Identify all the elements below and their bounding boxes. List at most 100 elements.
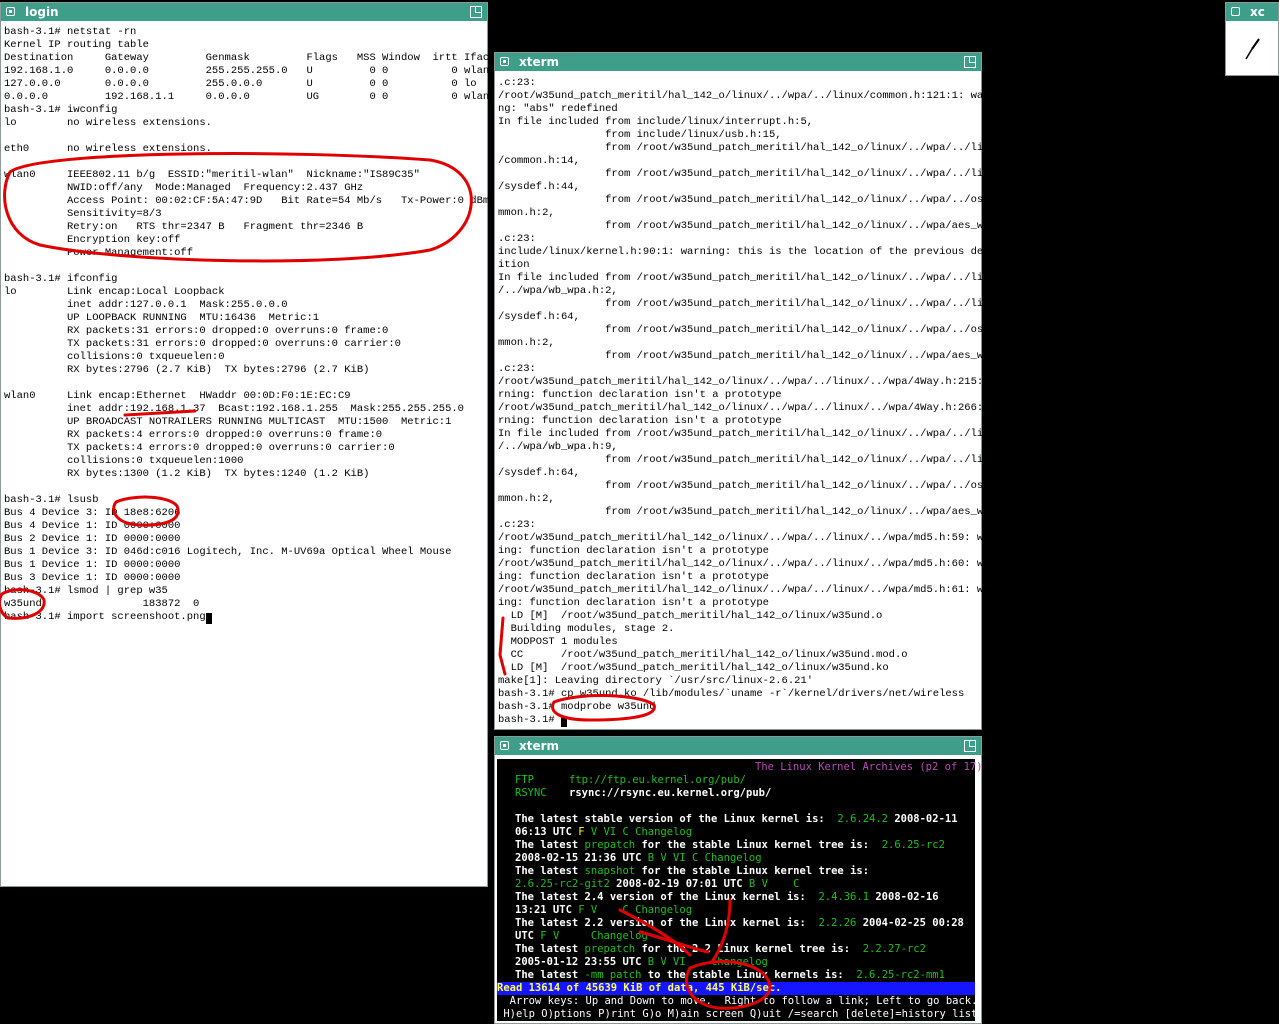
xterm-output-line: rning: function declaration isn't a prot…	[498, 389, 782, 401]
xterm-output-line: from /root/w35und_patch_meritil/hal_142_…	[498, 298, 1003, 310]
ftp-link[interactable]: ftp://ftp.eu.kernel.org/pub/	[569, 774, 746, 786]
xterm-output-line: from /root/w35und_patch_meritil/hal_142_…	[498, 220, 1003, 232]
xterm-build-titlebar[interactable]: xterm	[495, 53, 981, 71]
xterm-output-line: from /root/w35und_patch_meritil/hal_142_…	[498, 350, 1003, 362]
link-group[interactable]: F V C Changelog	[578, 904, 692, 916]
login-output-line: collisions:0 txqueuelen:0	[4, 351, 225, 363]
link-prepatch-2-2[interactable]: prepatch	[585, 943, 636, 955]
link-prepatch[interactable]: prepatch	[585, 839, 636, 851]
login-output-line: TX packets:4 errors:0 dropped:0 overruns…	[4, 442, 395, 454]
lynx-line: The latest 2.4 version of the Linux kern…	[515, 891, 939, 903]
lynx-line: The latest 2.2 version of the Linux kern…	[515, 917, 964, 929]
link-2-6-25-rc2-mm1[interactable]: 2.6.25-rc2-mm1	[856, 969, 945, 981]
link-2-4-36-1[interactable]: 2.4.36.1	[818, 891, 869, 903]
link-group[interactable]: F V Changelog	[540, 930, 647, 942]
xterm-lynx-window[interactable]: xterm The Linux Kernel Archives (p2 of 1…	[494, 736, 983, 1024]
xterm-lynx-title: xterm	[519, 739, 560, 753]
xterm-output-line: /root/w35und_patch_meritil/hal_142_o/lin…	[498, 584, 1003, 596]
xterm-output-line: from include/linux/usb.h:15,	[498, 129, 782, 141]
maximize-icon[interactable]	[470, 6, 482, 18]
login-output-line: NWID:off/any Mode:Managed Frequency:2.43…	[4, 182, 364, 194]
login-window[interactable]: login bash-3.1# netstat -rn Kernel IP rou…	[0, 2, 495, 887]
login-output-line: Bus 1 Device 1: ID 0000:0000	[4, 559, 181, 571]
xterm-output-line: /sysdef.h:64,	[498, 467, 580, 479]
link-group[interactable]: B V C	[749, 878, 800, 890]
xterm-output-line: /../wpa/wb_wpa.h:2,	[498, 285, 618, 297]
xterm-output-line: ing: function declaration isn't a protot…	[498, 597, 769, 609]
lynx-line: The latest -mm patch to the stable Linux…	[515, 969, 945, 981]
window-menu-icon[interactable]	[500, 57, 509, 66]
link-2-6-25-rc2[interactable]: 2.6.25-rc2	[882, 839, 945, 851]
xterm-build-output[interactable]: .c:23: /root/w35und_patch_meritil/hal_142…	[498, 77, 1002, 727]
maximize-icon[interactable]	[964, 740, 976, 752]
link-group[interactable]: B V VI Changelog	[648, 956, 768, 968]
xterm-build-window[interactable]: xterm .c:23: /root/w35und_patch_meritil/h…	[494, 52, 1002, 730]
xterm-build-title: xterm	[519, 55, 560, 69]
window-menu-icon[interactable]	[6, 7, 15, 16]
window-menu-icon[interactable]	[1231, 7, 1240, 16]
link-group[interactable]: V VI C Changelog	[591, 826, 692, 838]
lynx-line: The latest prepatch for the stable Linux…	[515, 839, 945, 851]
login-output-line	[4, 377, 495, 390]
xterm-output-line: rning: function declaration isn't a prot…	[498, 415, 782, 427]
link-git2[interactable]: 2.6.25-rc2-git2	[515, 878, 610, 890]
xclock-window[interactable]: xc	[1225, 2, 1279, 76]
xterm-output-line: CC /root/w35und_patch_meritil/hal_142_o/…	[498, 649, 908, 661]
xterm-output-line: include/linux/kernel.h:90:1: warning: th…	[498, 246, 1003, 258]
login-output-line: Bus 1 Device 3: ID 046d:c016 Logitech, I…	[4, 546, 452, 558]
login-output-line	[4, 260, 495, 273]
xterm-output-line: make[1]: Leaving directory `/usr/src/lin…	[498, 675, 814, 687]
lynx-browser[interactable]: The Linux Kernel Archives (p2 of 17) FTP…	[497, 759, 983, 1021]
login-output-line: Access Point: 00:02:CF:5A:47:9D Bit Rate…	[4, 195, 490, 207]
login-output-line: Bus 3 Device 1: ID 0000:0000	[4, 572, 181, 584]
login-output-line: Bus 4 Device 1: ID 0000:0000	[4, 520, 181, 532]
login-output-line: 192.168.1.0 0.0.0.0 255.255.255.0 U 0 0 …	[4, 65, 496, 77]
login-output-line: bash-3.1# lsusb	[4, 494, 99, 506]
xterm-output-line: bash-3.1# cp w35und.ko /lib/modules/`una…	[498, 688, 965, 700]
text-cursor	[205, 613, 212, 624]
login-output-line: bash-3.1# lsmod | grep w35	[4, 585, 168, 597]
rsync-label: RSYNC	[515, 787, 547, 799]
login-titlebar[interactable]: login	[1, 3, 487, 21]
xterm-output-line: from /root/w35und_patch_meritil/hal_142_…	[498, 168, 1003, 180]
login-output-line: UP LOOPBACK RUNNING MTU:16436 Metric:1	[4, 312, 320, 324]
xterm-output-line: mmon.h:2,	[498, 493, 555, 505]
login-output-line: bash-3.1# ifconfig	[4, 273, 118, 285]
link-2-6-24-2[interactable]: 2.6.24.2	[837, 813, 888, 825]
xterm-output-line: .c:23:	[498, 363, 536, 375]
link-2-2-26[interactable]: 2.2.26	[818, 917, 856, 929]
rsync-link[interactable]: rsync://rsync.eu.kernel.org/pub/	[569, 787, 771, 799]
link-snapshot[interactable]: snapshot	[585, 865, 636, 877]
login-output-line: lo Link encap:Local Loopback	[4, 286, 225, 298]
xterm-output-line: LD [M] /root/w35und_patch_meritil/hal_14…	[498, 662, 889, 674]
xterm-output-line: In file included from /root/w35und_patch…	[498, 272, 1003, 284]
login-output-line: bash-3.1# iwconfig	[4, 104, 118, 116]
login-output-line: inet addr:127.0.0.1 Mask:255.0.0.0	[4, 299, 288, 311]
window-menu-icon[interactable]	[500, 741, 509, 750]
link-full[interactable]: F	[578, 826, 584, 838]
login-output-line	[4, 481, 495, 494]
login-output-line: Sensitivity=8/3	[4, 208, 162, 220]
xterm-output-line: LD [M] /root/w35und_patch_meritil/hal_14…	[498, 610, 883, 622]
xclock-titlebar[interactable]: xc	[1226, 3, 1278, 21]
xterm-output-line: from /root/w35und_patch_meritil/hal_142_…	[498, 194, 1003, 206]
maximize-icon[interactable]	[964, 56, 976, 68]
login-output-line	[4, 156, 495, 169]
login-title: login	[25, 5, 59, 19]
xterm-lynx-titlebar[interactable]: xterm	[495, 737, 981, 755]
link-mm-patch[interactable]: -mm patch	[585, 969, 642, 981]
xterm-output-line: ition	[498, 259, 530, 271]
xterm-output-line: In file included from /root/w35und_patch…	[498, 428, 1003, 440]
login-output-line: RX packets:4 errors:0 dropped:0 overruns…	[4, 429, 383, 441]
login-output-line: Encryption key:off	[4, 234, 181, 246]
xterm-output-line: from /root/w35und_patch_meritil/hal_142_…	[498, 324, 1003, 336]
login-output-line: 0.0.0.0 192.168.1.1 0.0.0.0 UG 0 0 0 wla…	[4, 91, 496, 103]
login-output-line	[4, 130, 495, 143]
lynx-page-header: The Linux Kernel Archives (p2 of 17)	[755, 761, 983, 773]
link-2-2-27-rc2[interactable]: 2.2.27-rc2	[863, 943, 926, 955]
login-output-line: bash-3.1# import screenshoot.png	[4, 611, 495, 624]
xterm-output-line: .c:23:	[498, 77, 536, 89]
login-terminal-output[interactable]: bash-3.1# netstat -rn Kernel IP routing t…	[4, 26, 495, 624]
link-group[interactable]: B V VI C Changelog	[648, 852, 762, 864]
login-output-line: UP BROADCAST NOTRAILERS RUNNING MULTICAS…	[4, 416, 452, 428]
